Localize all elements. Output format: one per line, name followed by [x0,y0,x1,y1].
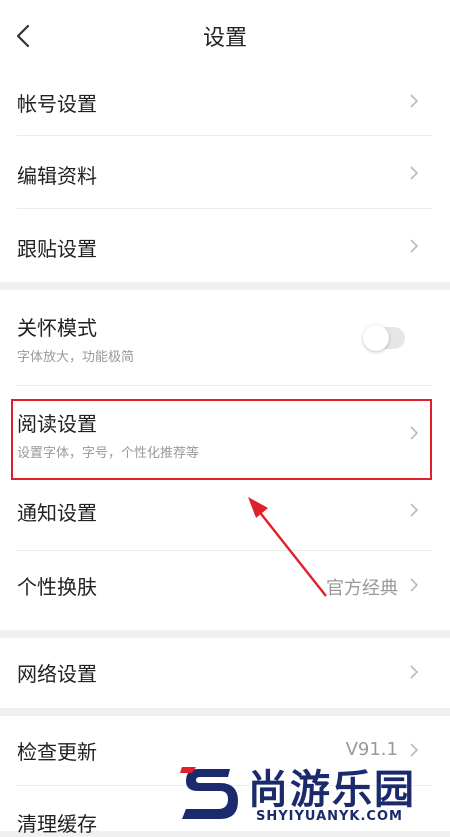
site-logo-icon [180,767,238,819]
settings-item-label: 帐号设置 [17,92,97,116]
highlight-box [11,399,432,480]
settings-group-network: 网络设置 [0,638,450,708]
settings-item-theme[interactable]: 个性换肤 官方经典 [0,551,450,630]
settings-item-label: 清理缓存 [17,812,97,836]
settings-item-value: 官方经典 [326,578,398,599]
settings-item-label: 检查更新 [17,740,97,764]
settings-item-notification[interactable]: 通知设置 [0,479,450,551]
care-mode-toggle[interactable] [363,325,405,351]
chevron-right-icon [410,94,418,108]
settings-item-care-mode[interactable]: 关怀模式 字体放大，功能极简 [0,290,450,386]
chevron-right-icon [410,239,418,253]
settings-group-account: 帐号设置 编辑资料 跟贴设置 [0,72,450,282]
settings-item-account[interactable]: 帐号设置 [0,72,450,136]
settings-item-network[interactable]: 网络设置 [0,638,450,708]
settings-item-label: 跟贴设置 [17,237,97,261]
settings-item-edit-profile[interactable]: 编辑资料 [0,136,450,209]
settings-item-label: 个性换肤 [17,575,97,599]
chevron-right-icon [410,578,418,592]
back-arrow-icon[interactable] [14,22,34,50]
watermark-url: SHYIYUANYK.COM [256,809,403,824]
chevron-right-icon [410,503,418,517]
watermark: 尚游乐园 SHYIYUANYK.COM [178,755,450,831]
page-title: 设置 [202,26,247,51]
chevron-right-icon [410,665,418,679]
settings-item-label: 网络设置 [17,662,97,686]
toggle-knob [363,325,389,351]
settings-item-label: 编辑资料 [17,164,97,188]
header-bar: 设置 [0,0,450,72]
chevron-right-icon [410,166,418,180]
settings-item-subtitle: 字体放大，功能极简 [17,350,135,365]
settings-item-label: 关怀模式 [17,316,97,340]
watermark-title: 尚游乐园 [248,767,416,813]
settings-item-comment[interactable]: 跟贴设置 [0,209,450,282]
settings-item-label: 通知设置 [17,501,97,525]
